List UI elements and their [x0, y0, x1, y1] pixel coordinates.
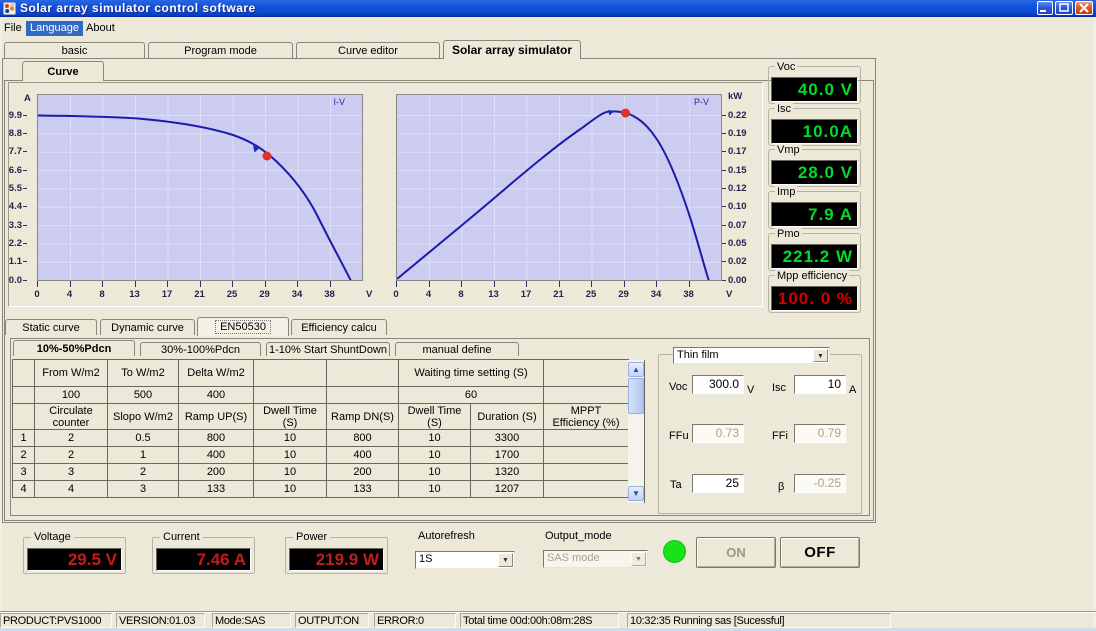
svg-text:P-V: P-V [694, 97, 709, 107]
svg-text:I-V: I-V [333, 97, 345, 107]
